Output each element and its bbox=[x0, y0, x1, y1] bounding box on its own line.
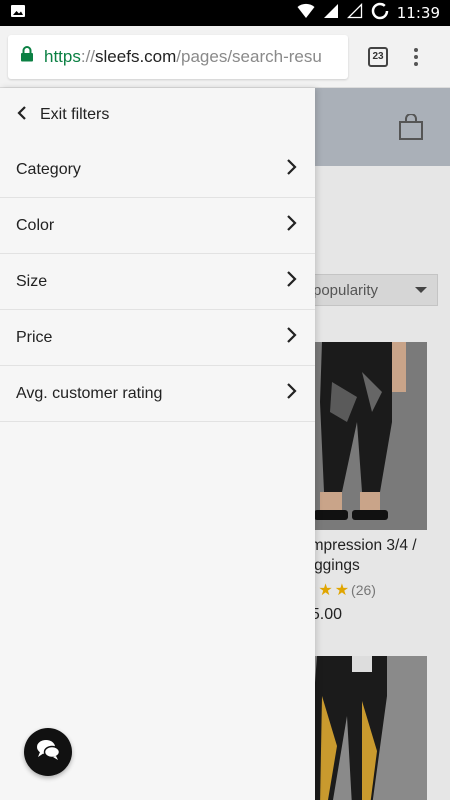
filter-item-price[interactable]: Price bbox=[0, 310, 315, 366]
lock-icon bbox=[20, 46, 34, 67]
chevron-right-icon bbox=[285, 270, 299, 293]
chat-bubble-icon bbox=[35, 738, 61, 767]
star-icon: ★ bbox=[334, 582, 350, 599]
rating-count: (26) bbox=[351, 582, 376, 598]
wifi-icon bbox=[297, 3, 315, 24]
url-scheme: https bbox=[44, 46, 81, 66]
chat-button[interactable] bbox=[24, 728, 72, 776]
star-icon: ★ bbox=[318, 582, 333, 599]
product-image[interactable] bbox=[302, 342, 427, 530]
chevron-left-icon bbox=[16, 105, 40, 126]
filter-drawer: Exit filters Category Color Size Price A… bbox=[0, 88, 315, 800]
product-title[interactable]: ompression 3/4 / leggings bbox=[302, 536, 442, 576]
url-path: /pages/search-resu bbox=[176, 46, 322, 66]
chevron-right-icon bbox=[285, 158, 299, 181]
exit-filters-button[interactable]: Exit filters bbox=[0, 88, 315, 142]
signal-empty-icon bbox=[346, 2, 363, 24]
filter-item-label: Price bbox=[16, 328, 53, 346]
battery-icon bbox=[371, 2, 389, 25]
chevron-right-icon bbox=[285, 382, 299, 405]
dropdown-caret-icon bbox=[415, 287, 427, 293]
clock: 11:39 bbox=[396, 4, 440, 22]
sort-value: popularity bbox=[313, 281, 379, 299]
filter-item-category[interactable]: Category bbox=[0, 142, 315, 198]
browser-toolbar: https://sleefs.com/pages/search-resu 23 bbox=[0, 26, 450, 88]
address-bar[interactable]: https://sleefs.com/pages/search-resu bbox=[8, 34, 348, 79]
shopping-bag-icon[interactable] bbox=[398, 113, 423, 140]
status-bar: 11:39 bbox=[0, 0, 450, 26]
chevron-right-icon bbox=[285, 326, 299, 349]
filter-item-rating[interactable]: Avg. customer rating bbox=[0, 366, 315, 422]
overflow-menu-icon[interactable] bbox=[414, 47, 418, 66]
url-host: sleefs.com bbox=[95, 46, 177, 66]
sort-select[interactable]: popularity bbox=[302, 274, 438, 306]
product-image-2[interactable] bbox=[302, 656, 427, 800]
url-text: https://sleefs.com/pages/search-resu bbox=[44, 47, 322, 67]
signal-icon bbox=[323, 3, 339, 24]
chevron-right-icon bbox=[285, 214, 299, 237]
filter-item-color[interactable]: Color bbox=[0, 198, 315, 254]
filter-item-label: Color bbox=[16, 216, 55, 234]
exit-filters-label: Exit filters bbox=[40, 106, 110, 123]
tab-switcher-button[interactable]: 23 bbox=[368, 46, 388, 67]
filter-item-label: Category bbox=[16, 160, 81, 178]
image-icon bbox=[10, 3, 26, 24]
filter-item-label: Size bbox=[16, 272, 48, 290]
filter-item-size[interactable]: Size bbox=[0, 254, 315, 310]
filter-item-label: Avg. customer rating bbox=[16, 384, 163, 402]
url-separator: :// bbox=[80, 46, 96, 66]
